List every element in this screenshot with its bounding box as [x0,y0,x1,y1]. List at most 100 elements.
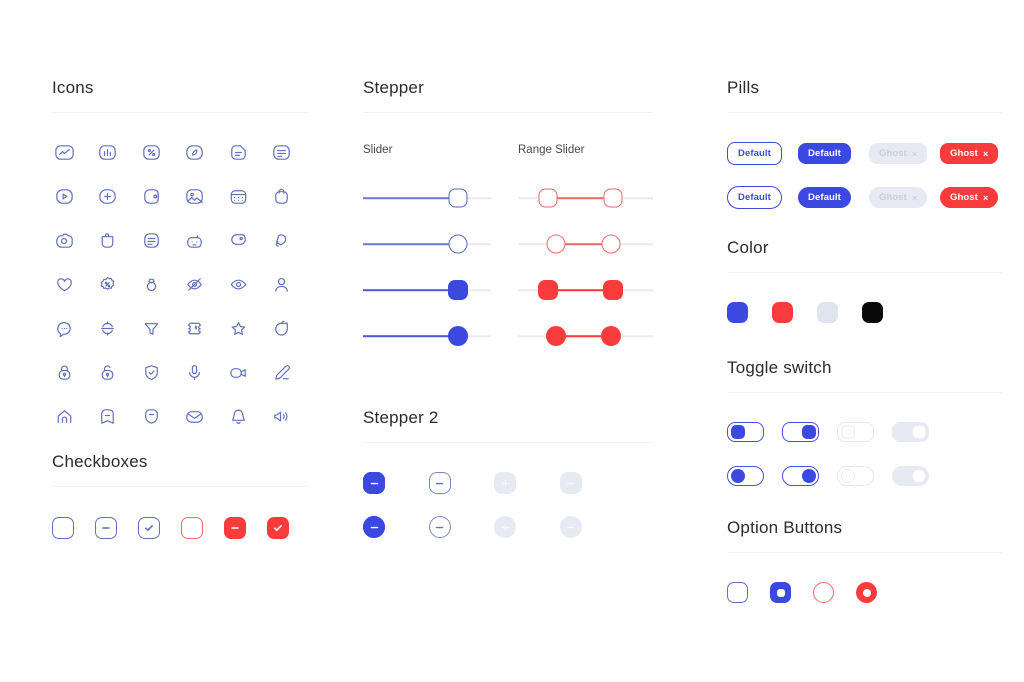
stepper-minus-outline[interactable] [428,472,451,494]
swatch-black[interactable] [862,302,883,323]
filter-funnel-icon[interactable] [139,316,163,340]
close-icon[interactable]: × [912,193,917,203]
shield-check-icon[interactable] [139,360,163,384]
percent-square-icon[interactable] [139,140,163,164]
envelope-icon[interactable] [183,404,207,428]
user-icon[interactable] [270,272,294,296]
microphone-icon[interactable] [183,360,207,384]
pill-default-solid[interactable]: Default [798,143,851,164]
calendar-icon[interactable] [226,184,250,208]
range-handle-start[interactable] [537,280,558,300]
slider-handle[interactable] [448,188,468,208]
checkbox-empty[interactable] [52,517,74,539]
tag-icon[interactable] [226,228,250,252]
slider-handle[interactable] [448,234,468,254]
swatch-red[interactable] [772,302,793,323]
bag-icon[interactable] [270,184,294,208]
stepper-plus-disabled [494,516,516,538]
toggle-round-off-left[interactable] [837,466,874,486]
range-handle-end[interactable] [602,280,623,300]
checkbox-checked[interactable] [138,517,160,539]
close-icon[interactable]: × [983,193,988,203]
compass-leaf-icon[interactable] [183,140,207,164]
stepper-minus-outline[interactable] [428,516,451,538]
pill-ghost-danger[interactable]: Ghost × [940,187,999,208]
slider-circle-solid[interactable] [363,313,491,359]
checkbox-checked-red[interactable] [267,517,289,539]
home-icon[interactable] [52,404,76,428]
trash-icon[interactable] [96,228,120,252]
hand-pointer-icon[interactable] [270,228,294,252]
option-square-selected[interactable] [770,582,791,603]
activity-chart-icon[interactable] [52,140,76,164]
slider-handle[interactable] [447,280,468,300]
eye-off-icon[interactable] [183,272,207,296]
plus-circle-icon[interactable] [96,184,120,208]
range-slider-square[interactable] [518,175,653,221]
play-circle-icon[interactable] [52,184,76,208]
image-icon[interactable] [183,184,207,208]
document-list-icon[interactable] [270,140,294,164]
video-camera-icon[interactable] [226,360,250,384]
ring-icon[interactable] [139,272,163,296]
slider-handle[interactable] [447,326,468,346]
slider-square[interactable] [363,175,491,221]
ticket-icon[interactable] [183,316,207,340]
range-handle-start[interactable] [538,188,558,208]
robot-icon[interactable] [183,228,207,252]
checkbox-indeterminate-red[interactable] [224,517,246,539]
star-icon[interactable] [226,316,250,340]
slider-circle[interactable] [363,221,491,267]
close-icon[interactable]: × [983,149,988,159]
stepper2-row-square [363,472,582,494]
range-slider-circle[interactable] [518,221,653,267]
toggle-round-off-right[interactable] [892,466,929,486]
bookmark-icon[interactable] [96,404,120,428]
wallet-icon[interactable] [139,184,163,208]
bell-icon[interactable] [226,404,250,428]
swatch-gray[interactable] [817,302,838,323]
pill-ghost-danger[interactable]: Ghost × [940,143,999,164]
badge-percent-icon[interactable] [96,272,120,296]
swatch-blue[interactable] [727,302,748,323]
pill-default-outline[interactable]: Default [727,186,782,209]
toggle-square-off-left[interactable] [837,422,874,442]
range-handle-end[interactable] [603,188,622,208]
lock-closed-icon[interactable] [52,360,76,384]
speaker-icon[interactable] [270,404,294,428]
lock-open-icon[interactable] [96,360,120,384]
toggle-round-on-left[interactable] [727,466,764,486]
option-circle-selected[interactable] [856,582,877,603]
sort-arrows-icon[interactable] [96,316,120,340]
apple-icon[interactable] [270,316,294,340]
pill-default-solid[interactable]: Default [798,187,851,208]
pill-default-outline[interactable]: Default [727,142,782,165]
range-handle-start[interactable] [546,234,566,254]
range-slider-square-solid[interactable] [518,267,653,313]
bar-chart-icon[interactable] [96,140,120,164]
slider-square-solid[interactable] [363,267,491,313]
pencil-icon[interactable] [270,360,294,384]
option-circle-unselected[interactable] [813,582,834,603]
eye-icon[interactable] [226,272,250,296]
range-handle-start[interactable] [545,326,566,346]
heart-icon[interactable] [52,272,76,296]
shield-icon[interactable] [139,404,163,428]
chat-bubble-icon[interactable] [52,316,76,340]
toggle-round-on-right[interactable] [782,466,819,486]
toggle-square-on-left[interactable] [727,422,764,442]
note-list-icon[interactable] [139,228,163,252]
range-handle-end[interactable] [601,234,621,254]
checkbox-indeterminate[interactable] [95,517,117,539]
range-handle-end[interactable] [601,326,622,346]
toggle-square-on-right[interactable] [782,422,819,442]
camera-icon[interactable] [52,228,76,252]
close-icon[interactable]: × [912,149,917,159]
checkbox-empty-red[interactable] [181,517,203,539]
toggle-square-off-right[interactable] [892,422,929,442]
option-square-unselected[interactable] [727,582,748,603]
stepper-minus-filled[interactable] [363,516,385,538]
document-icon[interactable] [226,140,250,164]
range-slider-circle-solid[interactable] [518,313,653,359]
stepper-minus-filled[interactable] [363,472,385,494]
